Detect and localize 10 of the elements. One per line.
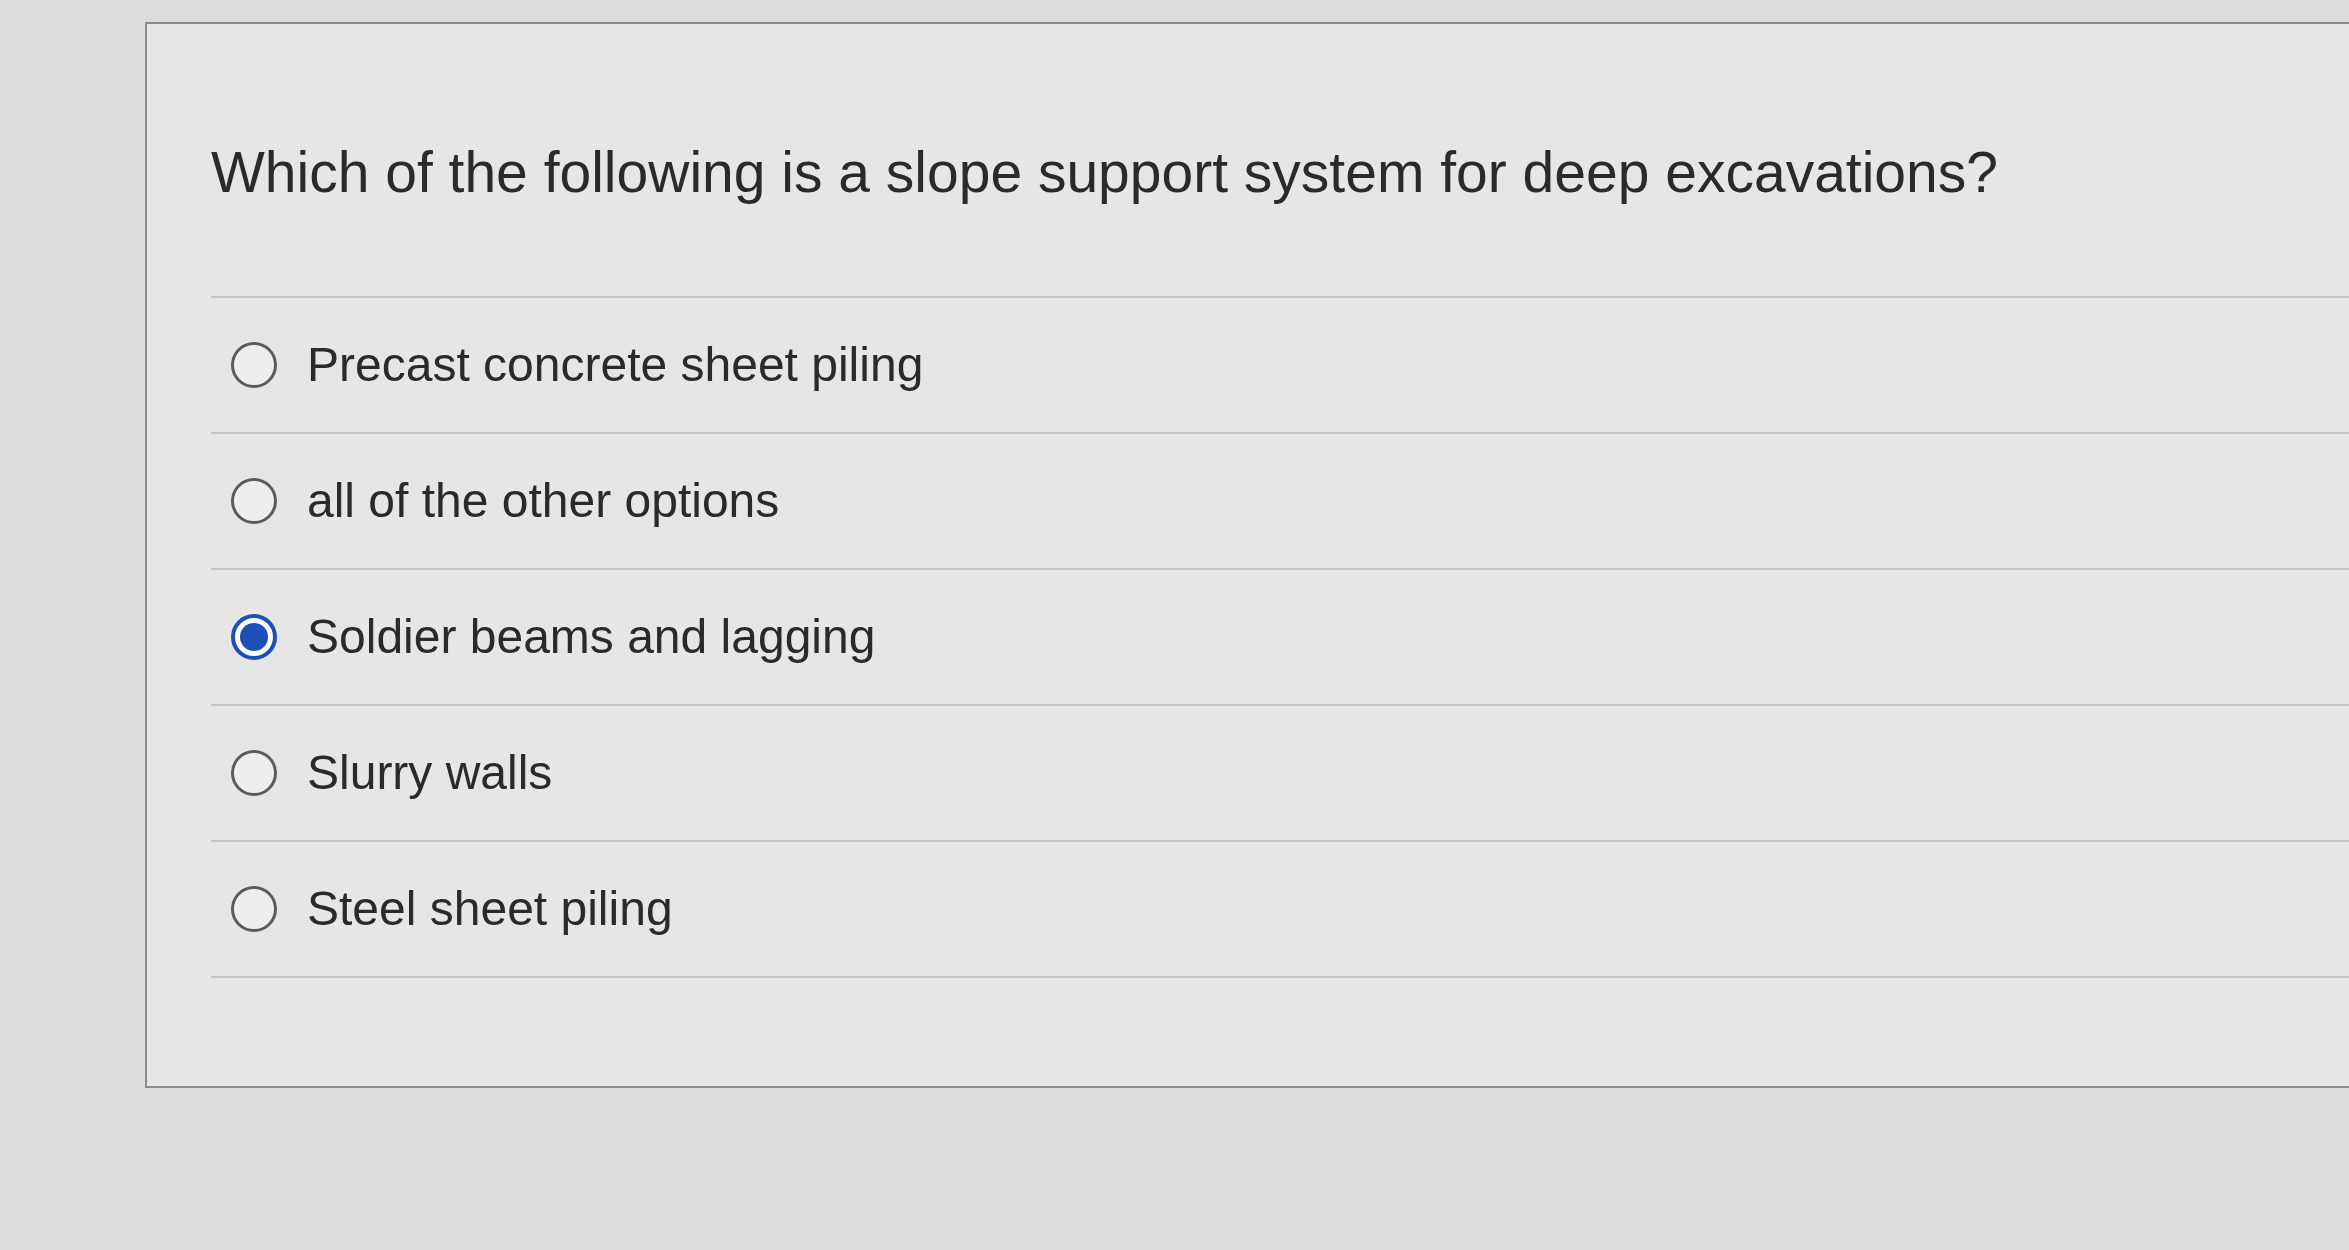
option-label: Slurry walls bbox=[307, 745, 553, 801]
option-label: Soldier beams and lagging bbox=[307, 609, 876, 665]
radio-button[interactable] bbox=[231, 342, 277, 388]
radio-button[interactable] bbox=[231, 478, 277, 524]
radio-button[interactable] bbox=[231, 886, 277, 932]
option-label: Precast concrete sheet piling bbox=[307, 337, 924, 393]
radio-button[interactable] bbox=[231, 750, 277, 796]
option-label: Steel sheet piling bbox=[307, 881, 673, 937]
option-label: all of the other options bbox=[307, 473, 780, 529]
radio-button[interactable] bbox=[231, 614, 277, 660]
